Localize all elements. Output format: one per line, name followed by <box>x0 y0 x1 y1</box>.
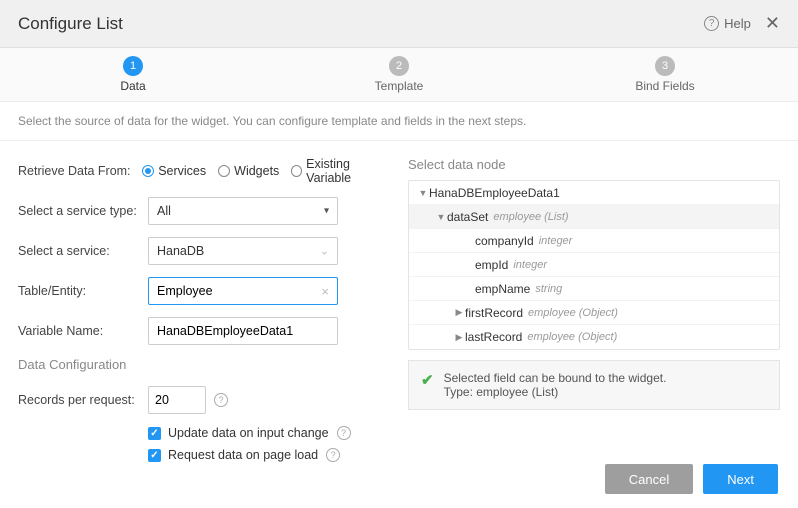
instruction-text: Select the source of data for the widget… <box>0 102 798 141</box>
radio-icon <box>218 165 230 177</box>
chevron-down-icon: ▾ <box>324 206 329 217</box>
step-label: Bind Fields <box>635 79 694 93</box>
request-on-load-row: Request data on page load ? <box>148 448 388 462</box>
help-button[interactable]: ? Help <box>704 16 751 31</box>
step-number: 3 <box>655 56 675 76</box>
next-button[interactable]: Next <box>703 464 778 494</box>
radio-services[interactable]: Services <box>142 164 206 178</box>
step-number: 1 <box>123 56 143 76</box>
radio-existing-variable[interactable]: Existing Variable <box>291 157 388 185</box>
tree-field[interactable]: companyId integer <box>409 229 779 253</box>
dialog-footer: Cancel Next <box>605 464 778 494</box>
service-select[interactable]: HanaDB ⌄ <box>148 237 338 265</box>
tree-field[interactable]: empId integer <box>409 253 779 277</box>
close-icon[interactable]: ✕ <box>765 13 780 34</box>
step-bind-fields[interactable]: 3 Bind Fields <box>532 48 798 101</box>
dialog-title: Configure List <box>18 14 704 34</box>
table-entity-label: Table/Entity: <box>18 284 148 298</box>
tree-field[interactable]: empName string <box>409 277 779 301</box>
service-label: Select a service: <box>18 244 148 258</box>
dialog-header: Configure List ? Help ✕ <box>0 0 798 48</box>
step-number: 2 <box>389 56 409 76</box>
expand-icon: ▼ <box>435 212 447 222</box>
radio-icon <box>142 165 154 177</box>
records-label: Records per request: <box>18 393 148 407</box>
collapse-icon: ▶ <box>453 307 465 318</box>
stepper: 1 Data 2 Template 3 Bind Fields <box>0 48 798 102</box>
tree-last-record[interactable]: ▶ lastRecord employee (Object) <box>409 325 779 349</box>
records-input[interactable] <box>148 386 206 414</box>
status-line2: Type: employee (List) <box>444 385 667 399</box>
radio-widgets[interactable]: Widgets <box>218 164 279 178</box>
data-config-heading: Data Configuration <box>18 357 388 372</box>
data-node-tree: ▼ HanaDBEmployeeData1 ▼ dataSet employee… <box>408 180 780 350</box>
tree-dataset[interactable]: ▼ dataSet employee (List) <box>409 205 779 229</box>
tree-root[interactable]: ▼ HanaDBEmployeeData1 <box>409 181 779 205</box>
variable-name-label: Variable Name: <box>18 324 148 338</box>
checkbox-request-on-load[interactable] <box>148 449 161 462</box>
clear-icon[interactable]: × <box>321 284 329 299</box>
chevron-down-icon: ⌄ <box>320 245 329 258</box>
success-icon: ✔ <box>421 371 434 389</box>
form-panel: Retrieve Data From: Services Widgets Exi… <box>18 157 388 470</box>
service-type-select[interactable]: All ▾ <box>148 197 338 225</box>
collapse-icon: ▶ <box>453 332 465 343</box>
retrieve-from-label: Retrieve Data From: <box>18 164 142 178</box>
update-on-change-row: Update data on input change ? <box>148 426 388 440</box>
step-label: Template <box>375 79 424 93</box>
tree-first-record[interactable]: ▶ firstRecord employee (Object) <box>409 301 779 325</box>
variable-name-input[interactable] <box>148 317 338 345</box>
radio-icon <box>291 165 302 177</box>
data-node-panel: Select data node ▼ HanaDBEmployeeData1 ▼… <box>408 157 780 470</box>
expand-icon: ▼ <box>417 188 429 198</box>
status-line1: Selected field can be bound to the widge… <box>444 371 667 385</box>
step-template[interactable]: 2 Template <box>266 48 532 101</box>
step-label: Data <box>120 79 145 93</box>
retrieve-from-radios: Services Widgets Existing Variable <box>142 157 388 185</box>
help-label: Help <box>724 16 751 31</box>
help-icon[interactable]: ? <box>214 393 228 407</box>
help-icon[interactable]: ? <box>326 448 340 462</box>
help-icon[interactable]: ? <box>337 426 351 440</box>
table-entity-input[interactable]: × <box>148 277 338 305</box>
service-type-label: Select a service type: <box>18 204 148 218</box>
step-data[interactable]: 1 Data <box>0 48 266 101</box>
status-box: ✔ Selected field can be bound to the wid… <box>408 360 780 410</box>
cancel-button[interactable]: Cancel <box>605 464 693 494</box>
data-node-title: Select data node <box>408 157 780 172</box>
checkbox-update-on-change[interactable] <box>148 427 161 440</box>
help-icon: ? <box>704 16 719 31</box>
